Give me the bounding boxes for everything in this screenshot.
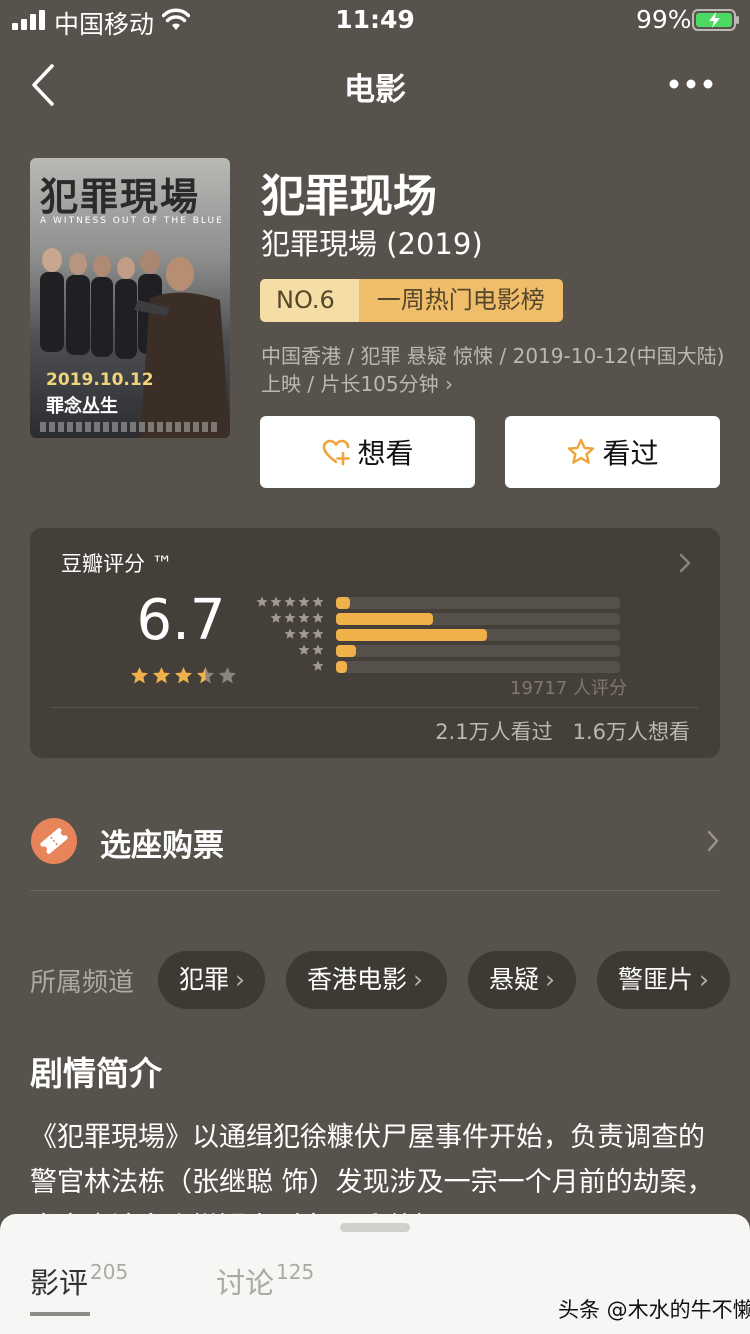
star-full-icon: [152, 666, 171, 684]
poster-credits: [40, 422, 220, 432]
star-empty-icon: [218, 666, 237, 684]
movie-meta-info[interactable]: 中国香港 / 犯罪 悬疑 惊悚 / 2019-10-12(中国大陆) 上映 / …: [261, 342, 726, 398]
rating-bar-track: [336, 613, 620, 625]
heart-plus-icon: [323, 439, 351, 466]
rank-list-name: 一周热门电影榜: [358, 279, 563, 322]
ticket-icon[interactable]: [30, 817, 78, 865]
star-group-icon: [270, 612, 324, 623]
star-group-icon: [298, 644, 324, 655]
star-outline-icon: [568, 438, 595, 464]
rank-badge[interactable]: NO.6 一周热门电影榜: [260, 279, 563, 322]
rating-distribution-row: [254, 596, 620, 609]
want-label: 想看: [357, 437, 414, 470]
channel-tag[interactable]: 香港电影 ›: [286, 951, 447, 1009]
star-full-icon: [130, 666, 149, 684]
want-to-watch-button[interactable]: 想看: [260, 416, 475, 488]
rating-stars: [130, 666, 240, 688]
buy-tickets-link[interactable]: 选座购票: [100, 820, 224, 865]
rating-card[interactable]: 豆瓣评分 ™ 6.7 19717 人评分 2.1万人看过 1.6万人想看: [30, 528, 720, 758]
channels-label: 所属频道: [30, 968, 135, 998]
movie-original-title: 犯罪現場 (2019): [261, 227, 483, 261]
poster-release-date: 2019.10.12: [46, 370, 154, 390]
divider: [52, 707, 698, 708]
bottom-sheet[interactable]: 影评 205 讨论 125 头条 @木水的牛不懒: [0, 1214, 750, 1334]
channel-tag[interactable]: 警匪片 ›: [597, 951, 730, 1009]
watch-stats: 2.1万人看过 1.6万人想看: [435, 716, 690, 746]
rating-bar-fill: [336, 597, 351, 609]
page-title: 电影: [344, 72, 406, 108]
tab-discussions[interactable]: 讨论 125: [216, 1260, 314, 1302]
chevron-right-icon: ›: [699, 965, 710, 994]
rating-distribution-row: [254, 612, 620, 625]
movie-title: 犯罪现场: [261, 171, 437, 222]
star-full-icon: [174, 666, 193, 684]
drag-handle[interactable]: [340, 1223, 410, 1232]
chevron-right-icon: ›: [413, 965, 424, 994]
rating-bar-fill: [336, 613, 433, 625]
watermark: 头条 @木水的牛不懒: [558, 1298, 750, 1322]
channel-tag-label: 犯罪: [179, 965, 230, 994]
channel-tag-label: 警匪片: [618, 965, 694, 994]
chevron-right-icon: [679, 553, 691, 573]
watched-button[interactable]: 看过: [505, 416, 720, 488]
rating-distribution-row: [254, 660, 620, 673]
tab-reviews-label: 影评: [30, 1266, 89, 1300]
rank-number: NO.6: [260, 279, 359, 322]
want-count: 1.6万人想看: [572, 720, 690, 744]
channel-tag[interactable]: 犯罪 ›: [158, 951, 265, 1009]
star-group-icon: [256, 596, 324, 607]
rating-bar-track: [336, 645, 620, 657]
tab-reviews[interactable]: 影评 205: [30, 1260, 128, 1302]
poster-title: 犯罪現場: [40, 174, 201, 219]
rating-bar-track: [336, 629, 620, 641]
chevron-right-icon: ›: [445, 372, 453, 396]
watched-count: 2.1万人看过: [435, 720, 553, 744]
synopsis-title: 剧情简介: [30, 1054, 162, 1093]
star-group-icon: [312, 660, 324, 671]
tab-discussions-label: 讨论: [216, 1266, 275, 1300]
rating-distribution-row: [254, 644, 620, 657]
rating-label: 豆瓣评分 ™: [61, 552, 173, 576]
poster-tagline: 罪念丛生: [46, 396, 118, 417]
rating-bar-fill: [336, 629, 487, 641]
status-bar: 中国移动 11:49 99%: [0, 0, 750, 40]
channel-tag[interactable]: 悬疑 ›: [468, 951, 576, 1009]
rating-bar-track: [336, 597, 620, 609]
seen-label: 看过: [602, 437, 659, 470]
meta-text: 中国香港 / 犯罪 悬疑 惊悚 / 2019-10-12(中国大陆) 上映 / …: [261, 344, 725, 396]
active-tab-indicator: [30, 1312, 90, 1316]
rating-bar-track: [336, 661, 620, 673]
battery-percent: 99%: [636, 5, 692, 34]
star-group-icon: [284, 628, 324, 639]
rating-bar-fill: [336, 661, 348, 673]
rating-count: 19717 人评分: [510, 678, 627, 699]
chevron-right-icon: ›: [235, 965, 246, 994]
movie-poster[interactable]: 犯罪現場 A WITNESS OUT OF THE BLUE 2019.10.1…: [30, 158, 230, 438]
poster-english-title: A WITNESS OUT OF THE BLUE: [40, 216, 224, 226]
chevron-right-icon: ›: [545, 965, 556, 994]
battery-charging-icon: [692, 9, 739, 31]
rating-bar-fill: [336, 645, 356, 657]
rating-distribution-row: [254, 628, 620, 641]
tab-reviews-count: 205: [90, 1260, 129, 1284]
channel-tag-label: 悬疑: [489, 965, 540, 994]
divider: [30, 890, 720, 891]
tab-discussions-count: 125: [276, 1260, 315, 1284]
more-icon[interactable]: [668, 74, 714, 94]
chevron-right-icon[interactable]: [706, 829, 720, 853]
channel-tag-label: 香港电影: [307, 965, 408, 994]
star-half-icon: [196, 666, 215, 684]
